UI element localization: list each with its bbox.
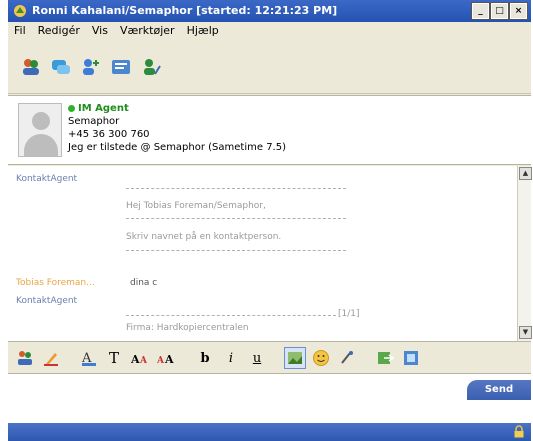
message-line: dina c: [130, 278, 158, 288]
svg-text:A: A: [139, 356, 148, 366]
contact-phone: +45 36 300 760: [68, 129, 150, 140]
message-line: Firma: Hardkopiercentralen: [126, 323, 249, 333]
menu-tools[interactable]: Værktøjer: [114, 22, 181, 40]
menu-edit[interactable]: Redigér: [32, 22, 86, 40]
italic-button[interactable]: i: [220, 347, 242, 369]
send-button[interactable]: Send: [467, 380, 531, 400]
maximize-button[interactable]: □: [490, 2, 509, 20]
message-counter: [1/1]: [338, 309, 360, 319]
scroll-up-icon[interactable]: ▲: [519, 167, 532, 180]
menu-help[interactable]: Hjælp: [181, 22, 225, 40]
sender-label: Tobias Foreman...: [16, 278, 95, 288]
divider: [126, 315, 336, 316]
minimize-button[interactable]: _: [471, 2, 490, 20]
chat-scrollbar[interactable]: ▲ ▼: [517, 166, 532, 341]
app-icon: [13, 4, 27, 18]
insert-image-icon[interactable]: [284, 347, 306, 369]
window-controls: _ □ ×: [471, 2, 528, 20]
menu-view[interactable]: Vis: [86, 22, 114, 40]
add-contact-icon[interactable]: [78, 54, 104, 80]
contact-status: IM Agent: [78, 103, 129, 114]
title-bar[interactable]: Ronni Kahalani/Semaphor [started: 12:21:…: [8, 0, 531, 22]
message-input[interactable]: [8, 373, 531, 423]
decrease-font-icon[interactable]: AA: [156, 347, 178, 369]
chat-transcript[interactable]: KontaktAgent Hej Tobias Foreman/Semaphor…: [8, 166, 532, 342]
increase-font-icon[interactable]: AA: [130, 347, 152, 369]
chat-bubbles-icon[interactable]: [48, 54, 74, 80]
screen-capture-icon[interactable]: [400, 347, 422, 369]
svg-text:T: T: [109, 349, 119, 367]
svg-text:A: A: [157, 356, 165, 366]
bold-button[interactable]: b: [194, 347, 216, 369]
contact-panel: IM Agent Semaphor +45 36 300 760 Jeg er …: [8, 95, 531, 165]
emoticon-icon[interactable]: [310, 347, 332, 369]
message-line: Skriv navnet på en kontaktperson.: [126, 232, 282, 242]
underline-button[interactable]: u: [246, 347, 268, 369]
contact-info: IM Agent Semaphor +45 36 300 760 Jeg er …: [68, 102, 286, 154]
contacts-list-icon[interactable]: [108, 54, 134, 80]
status-online-icon: [68, 105, 75, 112]
people-icon[interactable]: [14, 347, 36, 369]
message-line: Hej Tobias Foreman/Semaphor,: [126, 201, 266, 211]
status-bar: [8, 423, 531, 441]
close-button[interactable]: ×: [509, 2, 528, 20]
sender-label: KontaktAgent: [16, 296, 78, 306]
menu-file[interactable]: Fil: [8, 22, 32, 40]
main-toolbar: [8, 40, 531, 94]
svg-text:A: A: [131, 353, 140, 366]
link-icon[interactable]: [336, 347, 358, 369]
contact-meeting: Jeg er tilstede @ Semaphor (Sametime 7.5…: [68, 142, 286, 153]
font-type-icon[interactable]: T: [104, 347, 126, 369]
svg-text:A: A: [164, 353, 174, 366]
send-file-icon[interactable]: [374, 347, 396, 369]
highlight-pen-icon[interactable]: [40, 347, 62, 369]
lock-icon: [513, 425, 525, 438]
window-title: Ronni Kahalani/Semaphor [started: 12:21:…: [32, 4, 338, 17]
chat-window: Ronni Kahalani/Semaphor [started: 12:21:…: [8, 0, 532, 441]
avatar: [18, 103, 62, 157]
menu-bar: Fil Redigér Vis Værktøjer Hjælp: [8, 22, 531, 40]
sender-label: KontaktAgent: [16, 174, 78, 184]
divider: [126, 188, 346, 189]
divider: [126, 250, 346, 251]
format-toolbar: A T AA AA b i u: [8, 343, 531, 373]
scroll-down-icon[interactable]: ▼: [519, 326, 532, 339]
contact-company: Semaphor: [68, 116, 120, 127]
users-icon[interactable]: [18, 54, 44, 80]
font-color-icon[interactable]: A: [78, 347, 100, 369]
user-edit-icon[interactable]: [138, 54, 164, 80]
divider: [126, 218, 346, 219]
status-row: IM Agent: [68, 102, 286, 115]
